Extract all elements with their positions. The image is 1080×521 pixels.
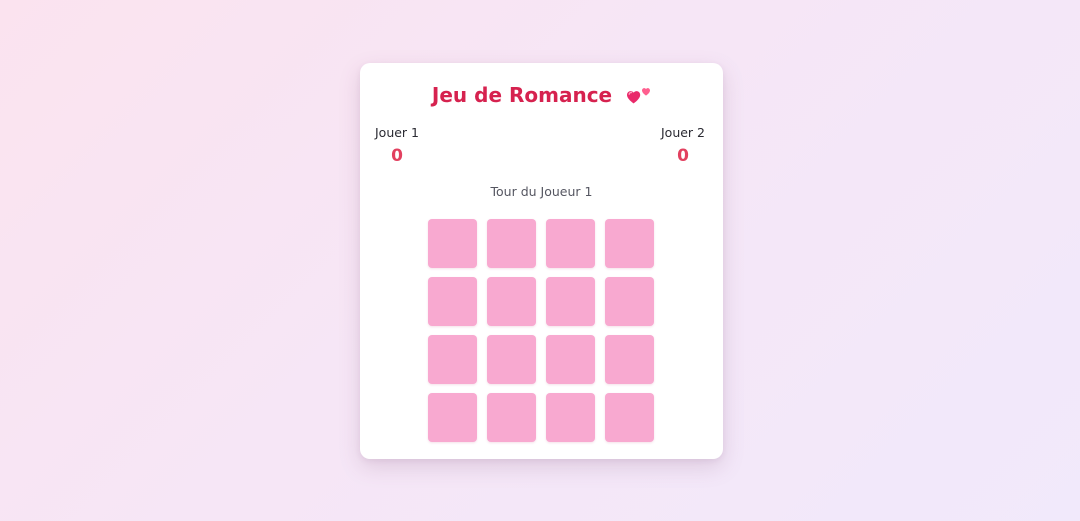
card-grid bbox=[428, 219, 654, 442]
player-2-name: Jouer 2 bbox=[660, 125, 705, 140]
player-1-name: Jouer 1 bbox=[374, 125, 419, 140]
memory-card[interactable] bbox=[605, 277, 654, 326]
memory-card[interactable] bbox=[428, 393, 477, 442]
player-1-panel: Jouer 1 0 bbox=[374, 125, 420, 167]
memory-card[interactable] bbox=[428, 219, 477, 268]
memory-card[interactable] bbox=[546, 393, 595, 442]
turn-indicator: Tour du Joueur 1 bbox=[490, 184, 593, 199]
memory-card[interactable] bbox=[428, 277, 477, 326]
memory-card[interactable] bbox=[546, 335, 595, 384]
memory-card[interactable] bbox=[605, 393, 654, 442]
player-1-score: 0 bbox=[391, 146, 403, 166]
memory-card[interactable] bbox=[428, 335, 477, 384]
memory-card[interactable] bbox=[487, 277, 536, 326]
player-2-score: 0 bbox=[677, 146, 689, 166]
two-hearts-icon bbox=[625, 83, 651, 107]
memory-card[interactable] bbox=[487, 335, 536, 384]
game-title: Jeu de Romance bbox=[360, 81, 723, 109]
player-2-panel: Jouer 2 0 bbox=[657, 125, 709, 167]
game-title-text: Jeu de Romance bbox=[431, 83, 613, 107]
memory-card[interactable] bbox=[605, 335, 654, 384]
memory-card[interactable] bbox=[605, 219, 654, 268]
memory-card[interactable] bbox=[487, 219, 536, 268]
game-card: Jeu de Romance Jouer 1 0 Jouer 2 0 Tour … bbox=[360, 63, 723, 459]
memory-card[interactable] bbox=[487, 393, 536, 442]
memory-card[interactable] bbox=[546, 219, 595, 268]
memory-card[interactable] bbox=[546, 277, 595, 326]
